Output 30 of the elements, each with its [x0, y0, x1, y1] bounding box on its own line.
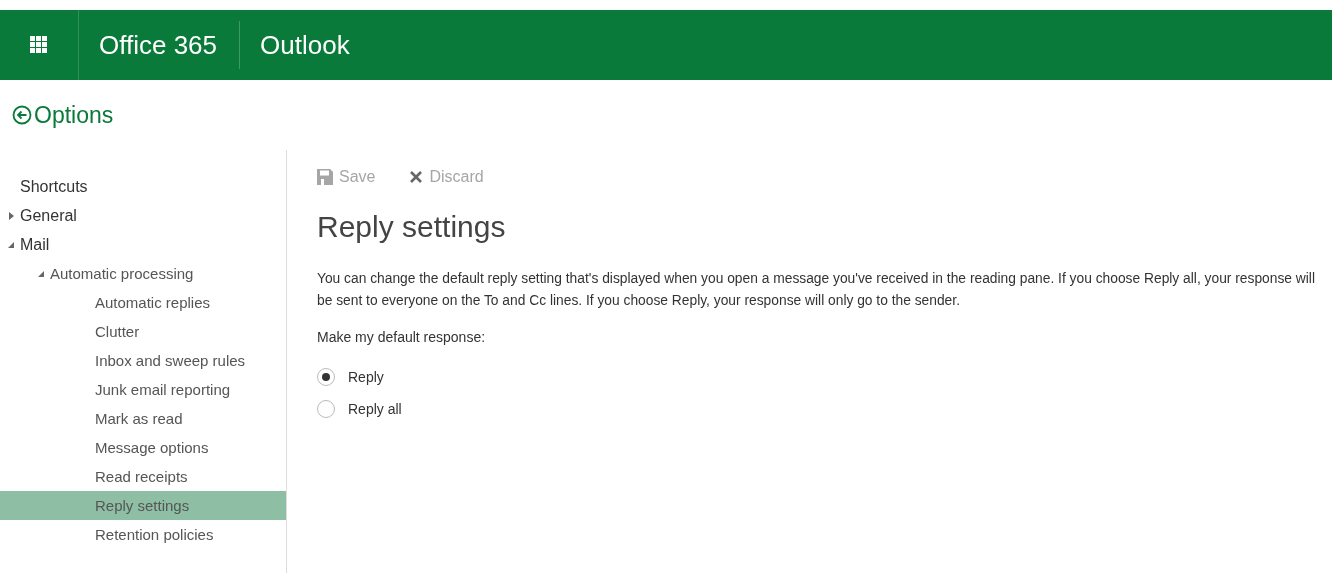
- app-title[interactable]: Outlook: [240, 29, 372, 61]
- radio-option[interactable]: Reply all: [317, 393, 402, 425]
- sidebar-item[interactable]: Retention policies: [0, 520, 286, 549]
- sidebar-item[interactable]: Automatic processing: [0, 259, 286, 288]
- section-heading: Reply settings: [317, 210, 507, 244]
- sidebar-item[interactable]: Junk email reporting: [0, 375, 286, 404]
- sidebar-item[interactable]: Clutter: [0, 317, 286, 346]
- sidebar-item[interactable]: Inbox and sweep rules: [0, 346, 286, 375]
- sidebar-item[interactable]: Mail: [0, 230, 286, 259]
- suite-title[interactable]: Office 365: [79, 29, 240, 61]
- back-icon[interactable]: [12, 105, 32, 125]
- sidebar-item[interactable]: General: [0, 201, 286, 230]
- sidebar-item[interactable]: Read receipts: [0, 462, 286, 491]
- sidebar-item[interactable]: Shortcuts: [0, 172, 286, 201]
- sidebar-item[interactable]: Automatic replies: [0, 288, 286, 317]
- sidebar-item[interactable]: Mark as read: [0, 404, 286, 433]
- sidebar-item[interactable]: Reply settings: [0, 491, 286, 520]
- description-text: You can change the default reply setting that's displayed when you open a message you've received in the reading pane. If you choose Reply all, your response will be sent to everyone on the To and Cc lines. If you choose Reply, your response will only go to the sender.: [317, 270, 1316, 310]
- collapsed-caret-icon: [8, 211, 15, 220]
- app-launcher-icon[interactable]: [30, 36, 48, 54]
- radio-label: Reply: [348, 369, 384, 385]
- close-icon: [409, 170, 424, 184]
- expanded-caret-icon: [38, 269, 45, 278]
- page-title: Options: [34, 101, 114, 129]
- sidebar-item[interactable]: Message options: [0, 433, 286, 462]
- expanded-caret-icon: [8, 240, 15, 249]
- radio-option[interactable]: Reply: [317, 361, 384, 393]
- radio-label: Reply all: [348, 401, 402, 417]
- save-icon: [317, 169, 333, 185]
- prompt-label: Make my default response:: [317, 329, 486, 345]
